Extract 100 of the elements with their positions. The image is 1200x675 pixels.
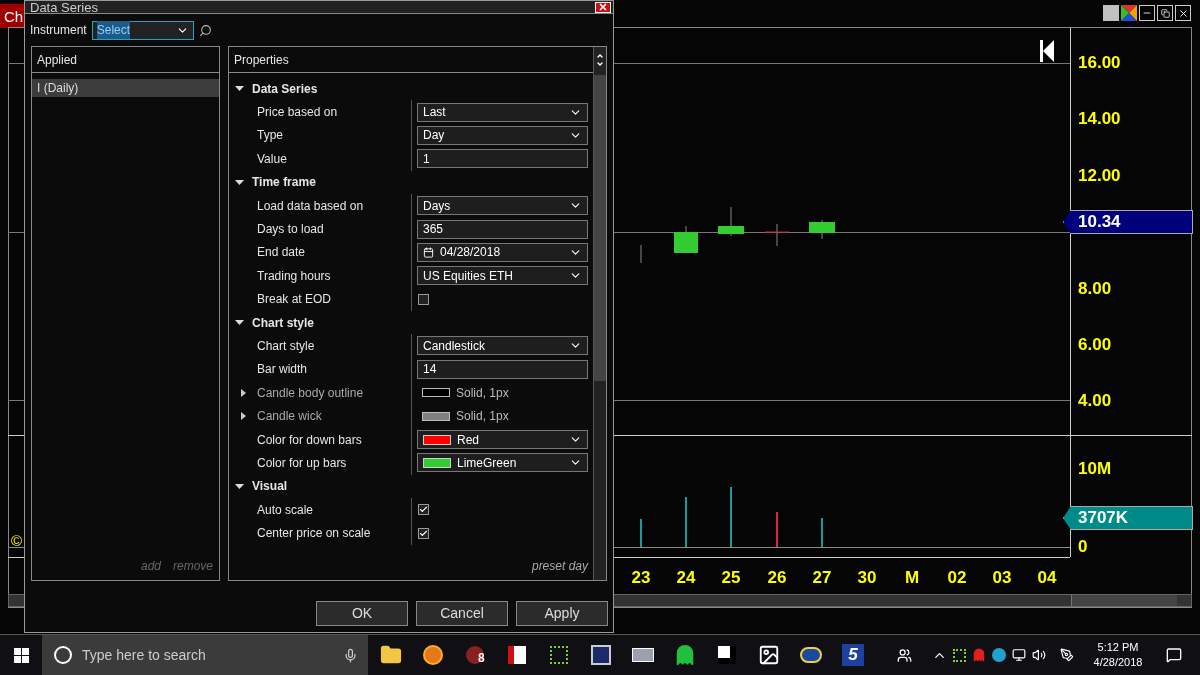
go-to-start-icon[interactable] (1040, 40, 1054, 62)
expand-arrow-icon[interactable] (241, 388, 246, 397)
window-title: Data Series (29, 0, 98, 14)
scroll-down-icon[interactable] (596, 60, 604, 68)
date-axis-label: 23 (630, 568, 652, 588)
price-axis-label: 8.00 (1078, 279, 1112, 299)
volume-axis-label: 10M (1078, 459, 1112, 479)
candle (718, 206, 744, 237)
dropdown[interactable]: Days (417, 196, 588, 216)
section-title: Time frame (252, 174, 316, 192)
microphone-icon[interactable] (343, 647, 358, 663)
date-axis-label: M (903, 568, 921, 588)
property-label: Break at EOD (257, 291, 332, 309)
cortana-icon (54, 646, 72, 664)
property-label: Chart style (257, 338, 315, 355)
ghost-icon[interactable] (972, 648, 986, 662)
date-axis-label: 27 (811, 568, 833, 588)
minimize-button[interactable] (1139, 5, 1155, 21)
property-label: Candle body outline (257, 384, 364, 402)
dropdown[interactable]: Red (417, 430, 588, 450)
stroke-value: Solid, 1px (456, 384, 509, 402)
dropdown[interactable]: 04/28/2018 (417, 242, 588, 262)
color-picker-icon[interactable] (1121, 5, 1137, 21)
date-axis-label: 26 (766, 568, 788, 588)
vertical-scrollbar[interactable] (593, 47, 606, 580)
tray-app-icon[interactable] (992, 648, 1006, 662)
scroll-up-icon[interactable] (596, 52, 604, 60)
property-label: Price based on (257, 104, 338, 122)
copyright-mark: © (11, 531, 23, 551)
dialog-button[interactable]: Cancel (416, 601, 508, 626)
dropdown[interactable]: Day (417, 125, 588, 145)
collapse-arrow-icon[interactable] (235, 318, 244, 328)
instrument-label: Instrument (30, 22, 87, 39)
price-axis-label: 12.00 (1078, 166, 1121, 186)
candle (674, 225, 698, 253)
input-field[interactable]: 365 (417, 219, 588, 239)
property-label: Color for down bars (257, 431, 362, 449)
close-button[interactable] (1175, 5, 1191, 21)
property-label: End date (257, 244, 306, 262)
pen-icon[interactable] (1060, 648, 1074, 662)
last-price-badge: 10.34 (1063, 210, 1193, 234)
dropdown[interactable]: Last (417, 102, 588, 122)
collapse-arrow-icon[interactable] (235, 84, 244, 94)
price-axis-label: 16.00 (1078, 53, 1121, 73)
property-label: Color for up bars (257, 454, 347, 472)
collapse-arrow-icon[interactable] (235, 481, 244, 491)
windows-icon (13, 647, 29, 663)
last-volume-badge: 3707K (1063, 506, 1193, 530)
stroke-value: Solid, 1px (456, 408, 509, 426)
date-axis-label: 04 (1036, 568, 1058, 588)
collapse-arrow-icon[interactable] (235, 177, 244, 187)
dropdown[interactable]: Candlestick (417, 336, 588, 356)
price-axis-label: 6.00 (1078, 335, 1112, 355)
volume-axis-label: 0 (1078, 537, 1088, 557)
date-axis-label: 25 (720, 568, 742, 588)
candle (764, 223, 790, 247)
dialog-button[interactable]: OK (316, 601, 408, 626)
property-label: Load data based on (257, 197, 364, 215)
date-axis-label: 24 (675, 568, 697, 588)
price-axis-label: 4.00 (1078, 391, 1112, 411)
checkbox[interactable] (418, 504, 429, 516)
dropdown[interactable]: US Equities ETH (417, 266, 588, 286)
input-field[interactable]: 1 (417, 149, 588, 169)
section-title: Chart style (252, 314, 315, 332)
restore-icon (1160, 8, 1170, 18)
app-logo-text: 5 (842, 644, 864, 666)
candle (809, 219, 835, 240)
app-icon[interactable]: 5 (832, 635, 874, 675)
property-label: Type (257, 127, 283, 145)
property-label: Center price on scale (257, 525, 371, 543)
property-label: Days to load (257, 221, 324, 239)
section-title: Visual (252, 478, 288, 496)
tray-app-icon[interactable] (953, 648, 966, 662)
property-label: Trading hours (257, 267, 331, 285)
close-icon (1177, 7, 1189, 19)
restore-button[interactable] (1157, 5, 1173, 21)
people-icon[interactable] (897, 647, 912, 663)
applied-item[interactable]: I (Daily) (32, 79, 219, 97)
checkbox[interactable] (418, 527, 429, 539)
notification-icon[interactable] (1166, 647, 1182, 663)
date-axis-label: 03 (991, 568, 1013, 588)
date-axis-label: 02 (946, 568, 968, 588)
property-label: Value (257, 150, 287, 168)
property-label: Bar width (257, 361, 308, 379)
panel-header: Applied (32, 47, 219, 73)
price-axis-label: 14.00 (1078, 109, 1121, 129)
instrument-dropdown[interactable]: Select (91, 20, 194, 40)
search-field[interactable]: Type here to search (42, 635, 368, 675)
preset-label: preset day (531, 558, 588, 575)
property-label: Candle wick (257, 408, 322, 426)
date-axis-label: 30 (856, 568, 878, 588)
dialog-button[interactable]: Apply (516, 601, 608, 626)
input-field[interactable]: 14 (417, 359, 588, 379)
search-icon[interactable] (198, 23, 212, 37)
expand-arrow-icon[interactable] (241, 412, 246, 421)
checkbox[interactable] (418, 293, 429, 305)
dropdown[interactable]: LimeGreen (417, 453, 588, 473)
clock[interactable]: 5:12 PM 4/28/2018 (1086, 640, 1150, 670)
app-number: 8 (478, 652, 485, 664)
volume-icon[interactable] (1032, 648, 1046, 662)
